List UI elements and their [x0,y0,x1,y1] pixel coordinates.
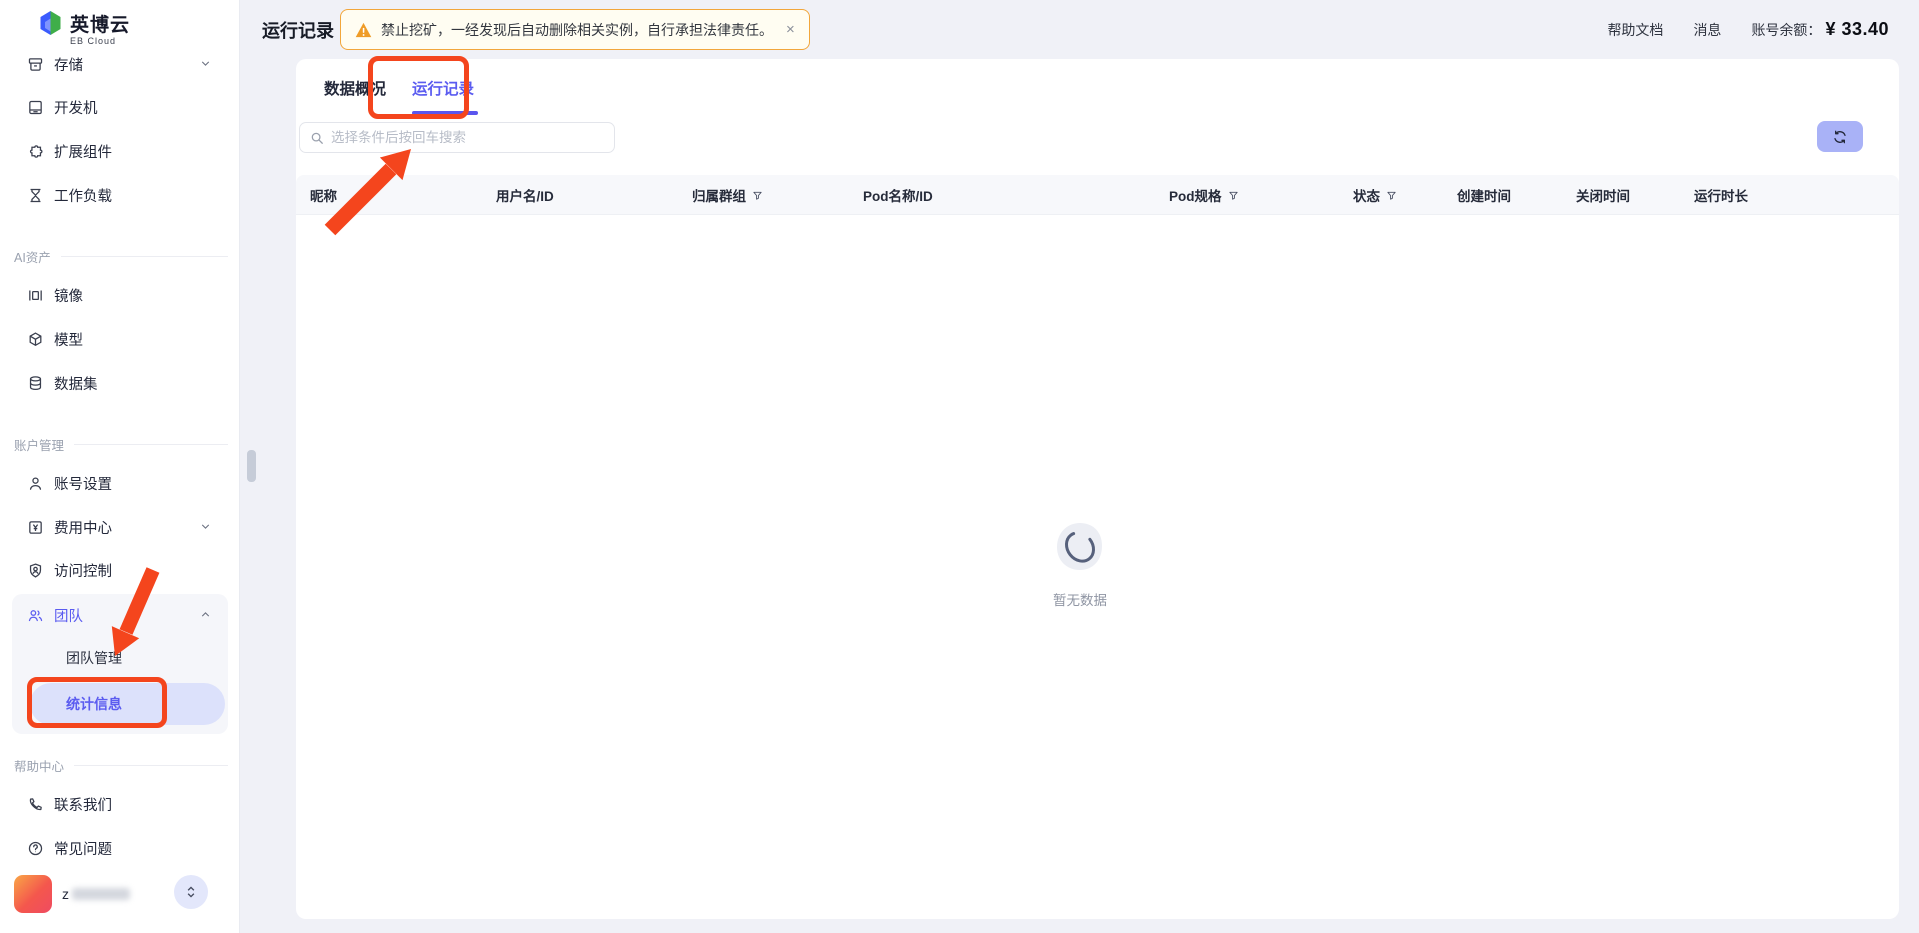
col-status: 状态 [1353,175,1397,215]
filter-icon[interactable] [752,190,763,201]
sidebar-item-workload[interactable]: 工作负载 [12,177,228,213]
user-name: z [62,886,130,902]
sidebar-item-storage[interactable]: 存储 [12,46,228,82]
sidebar-subitem-team-management[interactable]: 团队管理 [12,640,228,676]
chevron-down-icon [199,57,212,74]
close-icon[interactable]: × [786,21,795,38]
question-icon [26,839,44,857]
devmachine-icon [26,98,44,116]
sidebar-item-label: 开发机 [54,97,98,118]
sidebar-resize-handle[interactable] [247,450,256,482]
warning-text: 禁止挖矿，一经发现后自动删除相关实例，自行承担法律责任。 [381,20,773,40]
brand-name: 英博云 [70,10,130,37]
sidebar-item-account-settings[interactable]: 账号设置 [12,465,228,501]
tab-run-records[interactable]: 运行记录 [412,77,474,99]
sidebar-item-label: 团队 [54,605,83,626]
sidebar-item-access-control[interactable]: 访问控制 [12,552,228,588]
sidebar-subitem-statistics[interactable]: 统计信息 [12,686,228,722]
sidebar-item-extensions[interactable]: 扩展组件 [12,133,228,169]
search-box[interactable] [299,122,615,153]
tab-data-overview[interactable]: 数据概况 [324,77,386,99]
no-data-icon [1052,519,1108,575]
brand-logo[interactable]: 英博云 EB Cloud [38,10,130,46]
warning-banner: 禁止挖矿，一经发现后自动删除相关实例，自行承担法律责任。 × [340,9,810,50]
sidebar-item-team[interactable]: 团队 [12,597,228,633]
team-icon [26,606,44,624]
sidebar-item-label: 访问控制 [54,560,112,581]
filter-icon[interactable] [1228,190,1239,201]
sidebar-item-label: 数据集 [54,373,98,394]
col-duration: 运行时长 [1694,175,1748,215]
brand-logo-icon [38,10,63,40]
col-created: 创建时间 [1457,175,1511,215]
sidebar-item-label: 工作负载 [54,185,112,206]
help-doc-link[interactable]: 帮助文档 [1607,20,1663,40]
sidebar-item-contact-us[interactable]: 联系我们 [12,786,228,822]
refresh-icon [1832,129,1848,145]
sidebar-item-label: 常见问题 [54,838,112,859]
section-help: 帮助中心 [14,756,228,775]
section-ai-assets: AI资产 [14,247,228,266]
phone-icon [26,795,44,813]
empty-state: 暂无数据 [296,519,1864,609]
search-icon [310,131,324,145]
sidebar-item-models[interactable]: 模型 [12,321,228,357]
sidebar-item-label: 联系我们 [54,794,112,815]
page-title: 运行记录 [262,0,334,59]
sidebar-item-label: 存储 [54,54,83,75]
sidebar-item-label: 镜像 [54,285,83,306]
warning-icon [355,22,372,38]
sidebar-item-label: 扩展组件 [54,141,112,162]
table-header-row: 昵称 用户名/ID 归属群组 Pod名称/ID Pod规格 状态 创建时间 关闭… [296,175,1899,215]
user-shield-icon [26,561,44,579]
col-pod-name: Pod名称/ID [863,175,933,215]
workload-icon [26,186,44,204]
section-account: 账户管理 [14,435,228,454]
storage-icon [26,55,44,73]
messages-link[interactable]: 消息 [1693,20,1721,40]
sidebar-item-images[interactable]: 镜像 [12,277,228,313]
topbar: 运行记录 禁止挖矿，一经发现后自动删除相关实例，自行承担法律责任。 × 帮助文档… [241,0,1919,59]
sidebar-item-devmachine[interactable]: 开发机 [12,89,228,125]
search-input[interactable] [331,130,604,145]
image-icon [26,286,44,304]
filter-icon[interactable] [1386,190,1397,201]
brand-tagline: EB Cloud [70,36,130,46]
avatar[interactable] [14,875,52,913]
col-pod-spec: Pod规格 [1169,175,1239,215]
sidebar-subitem-label: 团队管理 [66,648,122,668]
balance-amount: ¥ 33.40 [1825,19,1889,40]
col-closed: 关闭时间 [1576,175,1630,215]
user-icon [26,474,44,492]
empty-state-text: 暂无数据 [1053,589,1107,609]
sidebar-item-billing[interactable]: 费用中心 [12,509,228,545]
chevron-down-icon [199,520,212,537]
sidebar-subitem-label: 统计信息 [66,694,122,714]
redacted-name [72,888,130,900]
active-tab-underline [412,111,478,115]
extensions-icon [26,142,44,160]
refresh-button[interactable] [1817,121,1863,152]
chevron-up-icon [199,608,212,625]
col-group: 归属群组 [692,175,763,215]
sidebar-item-label: 费用中心 [54,517,112,538]
account-switcher-button[interactable] [174,875,208,909]
account-balance: 账号余额：¥ 33.40 [1751,19,1889,40]
content-card: 数据概况 运行记录 昵称 用户名/ID 归属群组 Pod名称/ID Pod规格 … [296,59,1899,919]
user-profile[interactable]: z [14,874,226,914]
sidebar: 英博云 EB Cloud 存储 开发机 扩展组件 工作负载 AI资产 [0,0,240,933]
col-username: 用户名/ID [496,175,554,215]
sidebar-item-faq[interactable]: 常见问题 [12,830,228,866]
sidebar-item-label: 账号设置 [54,473,112,494]
sidebar-item-label: 模型 [54,329,83,350]
database-icon [26,374,44,392]
yuan-icon [26,518,44,536]
col-nickname: 昵称 [310,175,337,215]
sidebar-item-datasets[interactable]: 数据集 [12,365,228,401]
cube-icon [26,330,44,348]
